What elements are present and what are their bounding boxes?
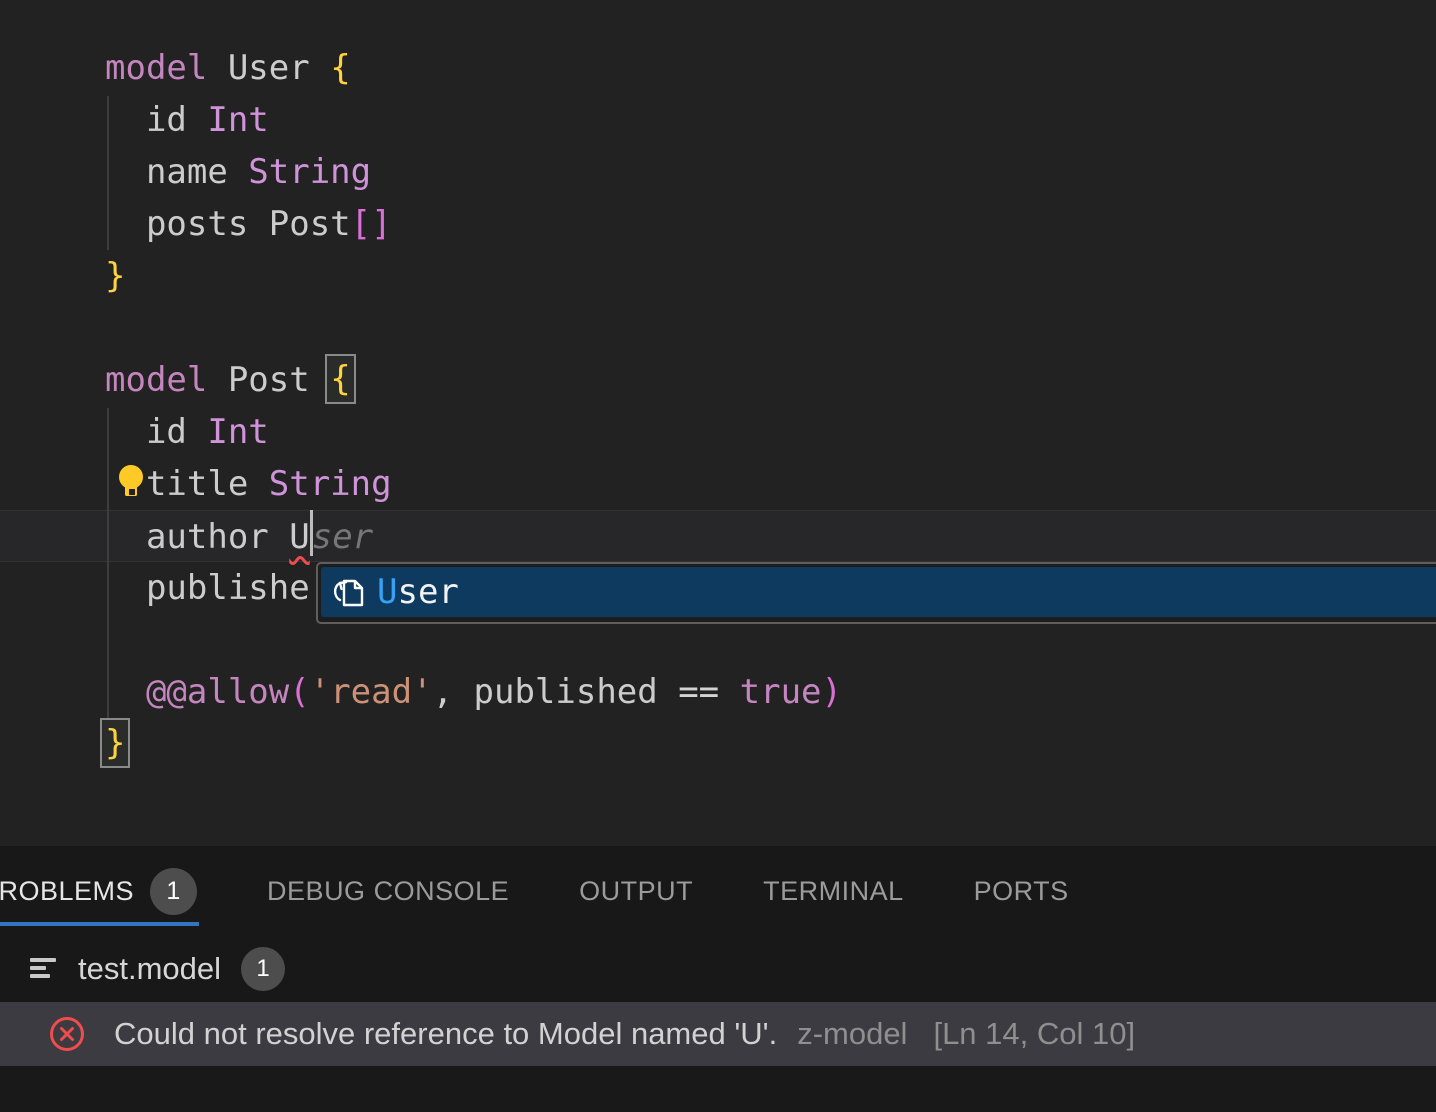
tab-ports[interactable]: PORTS <box>974 846 1069 936</box>
code-token: publishe <box>105 568 310 608</box>
tab-label: PORTS <box>974 876 1069 907</box>
problem-location: [Ln 14, Col 10] <box>933 1016 1135 1052</box>
tab-terminal[interactable]: TERMINAL <box>763 846 904 936</box>
code-line[interactable]: } <box>105 250 842 302</box>
bottom-panel: PROBLEMS 1 DEBUG CONSOLE OUTPUT TERMINAL PORT… <box>0 846 1436 1112</box>
code-token: ) <box>822 672 842 712</box>
error-icon <box>48 1015 86 1053</box>
code-token: { <box>325 354 355 404</box>
tab-problems[interactable]: PROBLEMS 1 <box>0 846 197 936</box>
code-token: String <box>248 152 371 192</box>
code-token: [] <box>351 204 392 244</box>
file-lines-icon <box>30 957 58 981</box>
code-line[interactable]: name String <box>105 146 842 198</box>
code-line[interactable]: id Int <box>105 94 842 146</box>
code-token: } <box>100 718 130 768</box>
code-token <box>105 672 146 712</box>
code-line[interactable]: @@allow('read', published == true) <box>105 666 842 718</box>
code-token: { <box>330 48 350 88</box>
code-line[interactable]: title String <box>105 458 842 510</box>
panel-empty-area <box>0 1066 1436 1112</box>
code-line[interactable]: } <box>105 718 842 770</box>
code-token: Post <box>207 360 330 400</box>
reference-icon <box>329 573 367 611</box>
tab-label: PROBLEMS <box>0 876 134 907</box>
code-token: == <box>678 672 719 712</box>
lightbulb-icon[interactable] <box>112 463 150 503</box>
tab-badge: 1 <box>150 868 197 915</box>
problem-item[interactable]: Could not resolve reference to Model nam… <box>0 1002 1436 1066</box>
code-token: name <box>105 152 248 192</box>
code-line[interactable]: author User <box>105 510 842 562</box>
code-token: String <box>269 464 392 504</box>
vscode-window: model User { id Int name String posts Po… <box>0 0 1436 1112</box>
code-token: posts Post <box>105 204 351 244</box>
code-token: id <box>105 412 207 452</box>
code-token: true <box>740 672 822 712</box>
code-token <box>719 672 739 712</box>
code-token: model <box>105 360 207 400</box>
code-token: } <box>105 256 125 296</box>
problem-message: Could not resolve reference to Model nam… <box>114 1016 777 1052</box>
code-line[interactable] <box>105 302 842 354</box>
code-token: Int <box>207 100 268 140</box>
problems-file-row[interactable]: test.model 1 <box>0 936 1436 1002</box>
tab-label: TERMINAL <box>763 876 904 907</box>
problem-source: z-model <box>797 1016 907 1052</box>
code-token: author <box>105 517 289 557</box>
code-token: ser <box>312 517 373 557</box>
code-editor[interactable]: model User { id Int name String posts Po… <box>0 0 1436 846</box>
code-token: , published <box>433 672 679 712</box>
code-token: model <box>105 48 207 88</box>
suggest-widget: User <box>316 562 1436 624</box>
suggest-item-user[interactable]: User <box>321 567 1436 617</box>
code-line[interactable]: model User { <box>105 42 842 94</box>
problems-file-name: test.model <box>78 951 221 987</box>
tab-label: OUTPUT <box>579 876 693 907</box>
code-token: 'read' <box>310 672 433 712</box>
code-token: User <box>207 48 330 88</box>
code-line[interactable]: model Post { <box>105 354 842 406</box>
problems-file-badge: 1 <box>241 947 285 991</box>
code-token: id <box>105 100 207 140</box>
code-line[interactable]: id Int <box>105 406 842 458</box>
code-area[interactable]: model User { id Int name String posts Po… <box>105 42 842 770</box>
code-line[interactable]: posts Post[] <box>105 198 842 250</box>
suggest-item-label: User <box>377 572 459 612</box>
tab-label: DEBUG CONSOLE <box>267 876 509 907</box>
tab-output[interactable]: OUTPUT <box>579 846 693 936</box>
code-token: ( <box>289 672 309 712</box>
panel-tabs: PROBLEMS 1 DEBUG CONSOLE OUTPUT TERMINAL PORT… <box>0 846 1436 936</box>
tab-debug-console[interactable]: DEBUG CONSOLE <box>267 846 509 936</box>
code-token: @@allow <box>146 672 289 712</box>
code-token: U <box>289 517 309 557</box>
code-token: Int <box>207 412 268 452</box>
